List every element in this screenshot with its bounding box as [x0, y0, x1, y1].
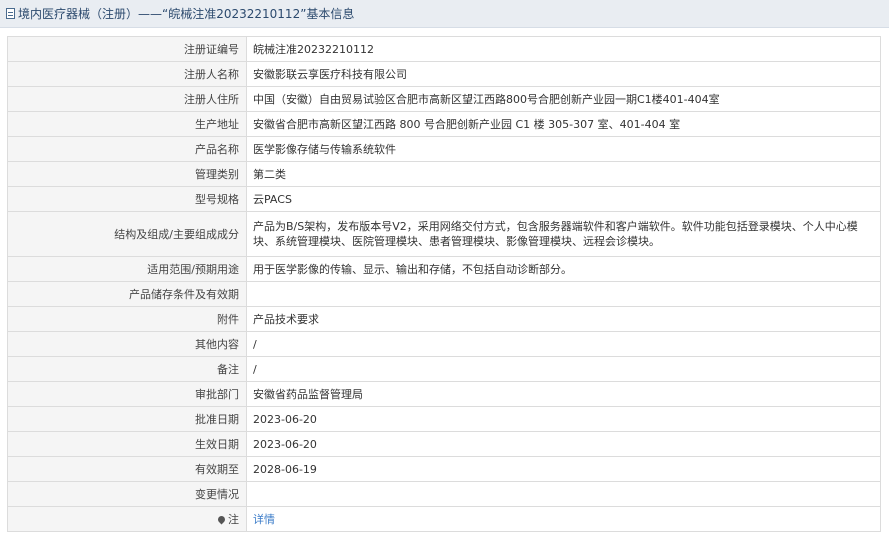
- table-row: 适用范围/预期用途 用于医学影像的传输、显示、输出和存储，不包括自动诊断部分。: [7, 256, 881, 282]
- row-label: 注册证编号: [7, 36, 247, 62]
- row-value: 中国（安徽）自由贸易试验区合肥市高新区望江西路800号合肥创新产业园一期C1楼4…: [246, 86, 881, 112]
- row-value: 产品为B/S架构，发布版本号V2，采用网络交付方式，包含服务器端软件和客户端软件…: [246, 211, 881, 257]
- note-value-cell: 详情: [246, 506, 881, 532]
- table-row: 附件 产品技术要求: [7, 306, 881, 332]
- row-label: 结构及组成/主要组成成分: [7, 211, 247, 257]
- table-row: 备注 /: [7, 356, 881, 382]
- document-icon: [6, 8, 15, 19]
- row-label: 有效期至: [7, 456, 247, 482]
- table-row: 注册证编号 皖械注准20232210112: [7, 36, 881, 62]
- row-value: 安徽省合肥市高新区望江西路 800 号合肥创新产业园 C1 楼 305-307 …: [246, 111, 881, 137]
- row-value: 2023-06-20: [246, 406, 881, 432]
- table-row: 产品名称 医学影像存储与传输系统软件: [7, 136, 881, 162]
- table-row: 型号规格 云PACS: [7, 186, 881, 212]
- row-label: 注册人名称: [7, 61, 247, 87]
- details-link[interactable]: 详情: [253, 513, 275, 526]
- table-row: 有效期至 2028-06-19: [7, 456, 881, 482]
- row-value: 安徽影联云享医疗科技有限公司: [246, 61, 881, 87]
- row-label: 注册人住所: [7, 86, 247, 112]
- note-row: 注 详情: [7, 506, 881, 532]
- note-label-cell: 注: [7, 506, 247, 532]
- table-row: 其他内容 /: [7, 331, 881, 357]
- table-row: 变更情况: [7, 481, 881, 507]
- row-label: 变更情况: [7, 481, 247, 507]
- row-value: [246, 481, 881, 507]
- page-title: 境内医疗器械（注册）——“皖械注准20232210112”基本信息: [18, 7, 355, 21]
- table-row: 注册人名称 安徽影联云享医疗科技有限公司: [7, 61, 881, 87]
- row-label: 生产地址: [7, 111, 247, 137]
- row-value: 2028-06-19: [246, 456, 881, 482]
- note-label: 注: [228, 512, 239, 526]
- row-value: 用于医学影像的传输、显示、输出和存储，不包括自动诊断部分。: [246, 256, 881, 282]
- row-label: 审批部门: [7, 381, 247, 407]
- row-value: 医学影像存储与传输系统软件: [246, 136, 881, 162]
- page-title-bar: 境内医疗器械（注册）——“皖械注准20232210112”基本信息: [0, 0, 889, 28]
- row-label: 管理类别: [7, 161, 247, 187]
- table-row: 生效日期 2023-06-20: [7, 431, 881, 457]
- row-value: 2023-06-20: [246, 431, 881, 457]
- row-label: 生效日期: [7, 431, 247, 457]
- table-row: 管理类别 第二类: [7, 161, 881, 187]
- row-value: 产品技术要求: [246, 306, 881, 332]
- table-row: 批准日期 2023-06-20: [7, 406, 881, 432]
- table-row: 生产地址 安徽省合肥市高新区望江西路 800 号合肥创新产业园 C1 楼 305…: [7, 111, 881, 137]
- row-label: 产品名称: [7, 136, 247, 162]
- row-label: 产品储存条件及有效期: [7, 281, 247, 307]
- row-label: 附件: [7, 306, 247, 332]
- table-row: 注册人住所 中国（安徽）自由贸易试验区合肥市高新区望江西路800号合肥创新产业园…: [7, 86, 881, 112]
- row-label: 批准日期: [7, 406, 247, 432]
- row-value: [246, 281, 881, 307]
- table-row: 审批部门 安徽省药品监督管理局: [7, 381, 881, 407]
- row-label: 其他内容: [7, 331, 247, 357]
- info-table: 注册证编号 皖械注准20232210112 注册人名称 安徽影联云享医疗科技有限…: [7, 36, 881, 532]
- row-label: 适用范围/预期用途: [7, 256, 247, 282]
- table-row: 结构及组成/主要组成成分 产品为B/S架构，发布版本号V2，采用网络交付方式，包…: [7, 211, 881, 257]
- row-label: 备注: [7, 356, 247, 382]
- pin-icon: [216, 514, 227, 524]
- row-label: 型号规格: [7, 186, 247, 212]
- row-value: 皖械注准20232210112: [246, 36, 881, 62]
- row-value: 安徽省药品监督管理局: [246, 381, 881, 407]
- row-value: 第二类: [246, 161, 881, 187]
- row-value: 云PACS: [246, 186, 881, 212]
- row-value: /: [246, 356, 881, 382]
- table-row: 产品储存条件及有效期: [7, 281, 881, 307]
- row-value: /: [246, 331, 881, 357]
